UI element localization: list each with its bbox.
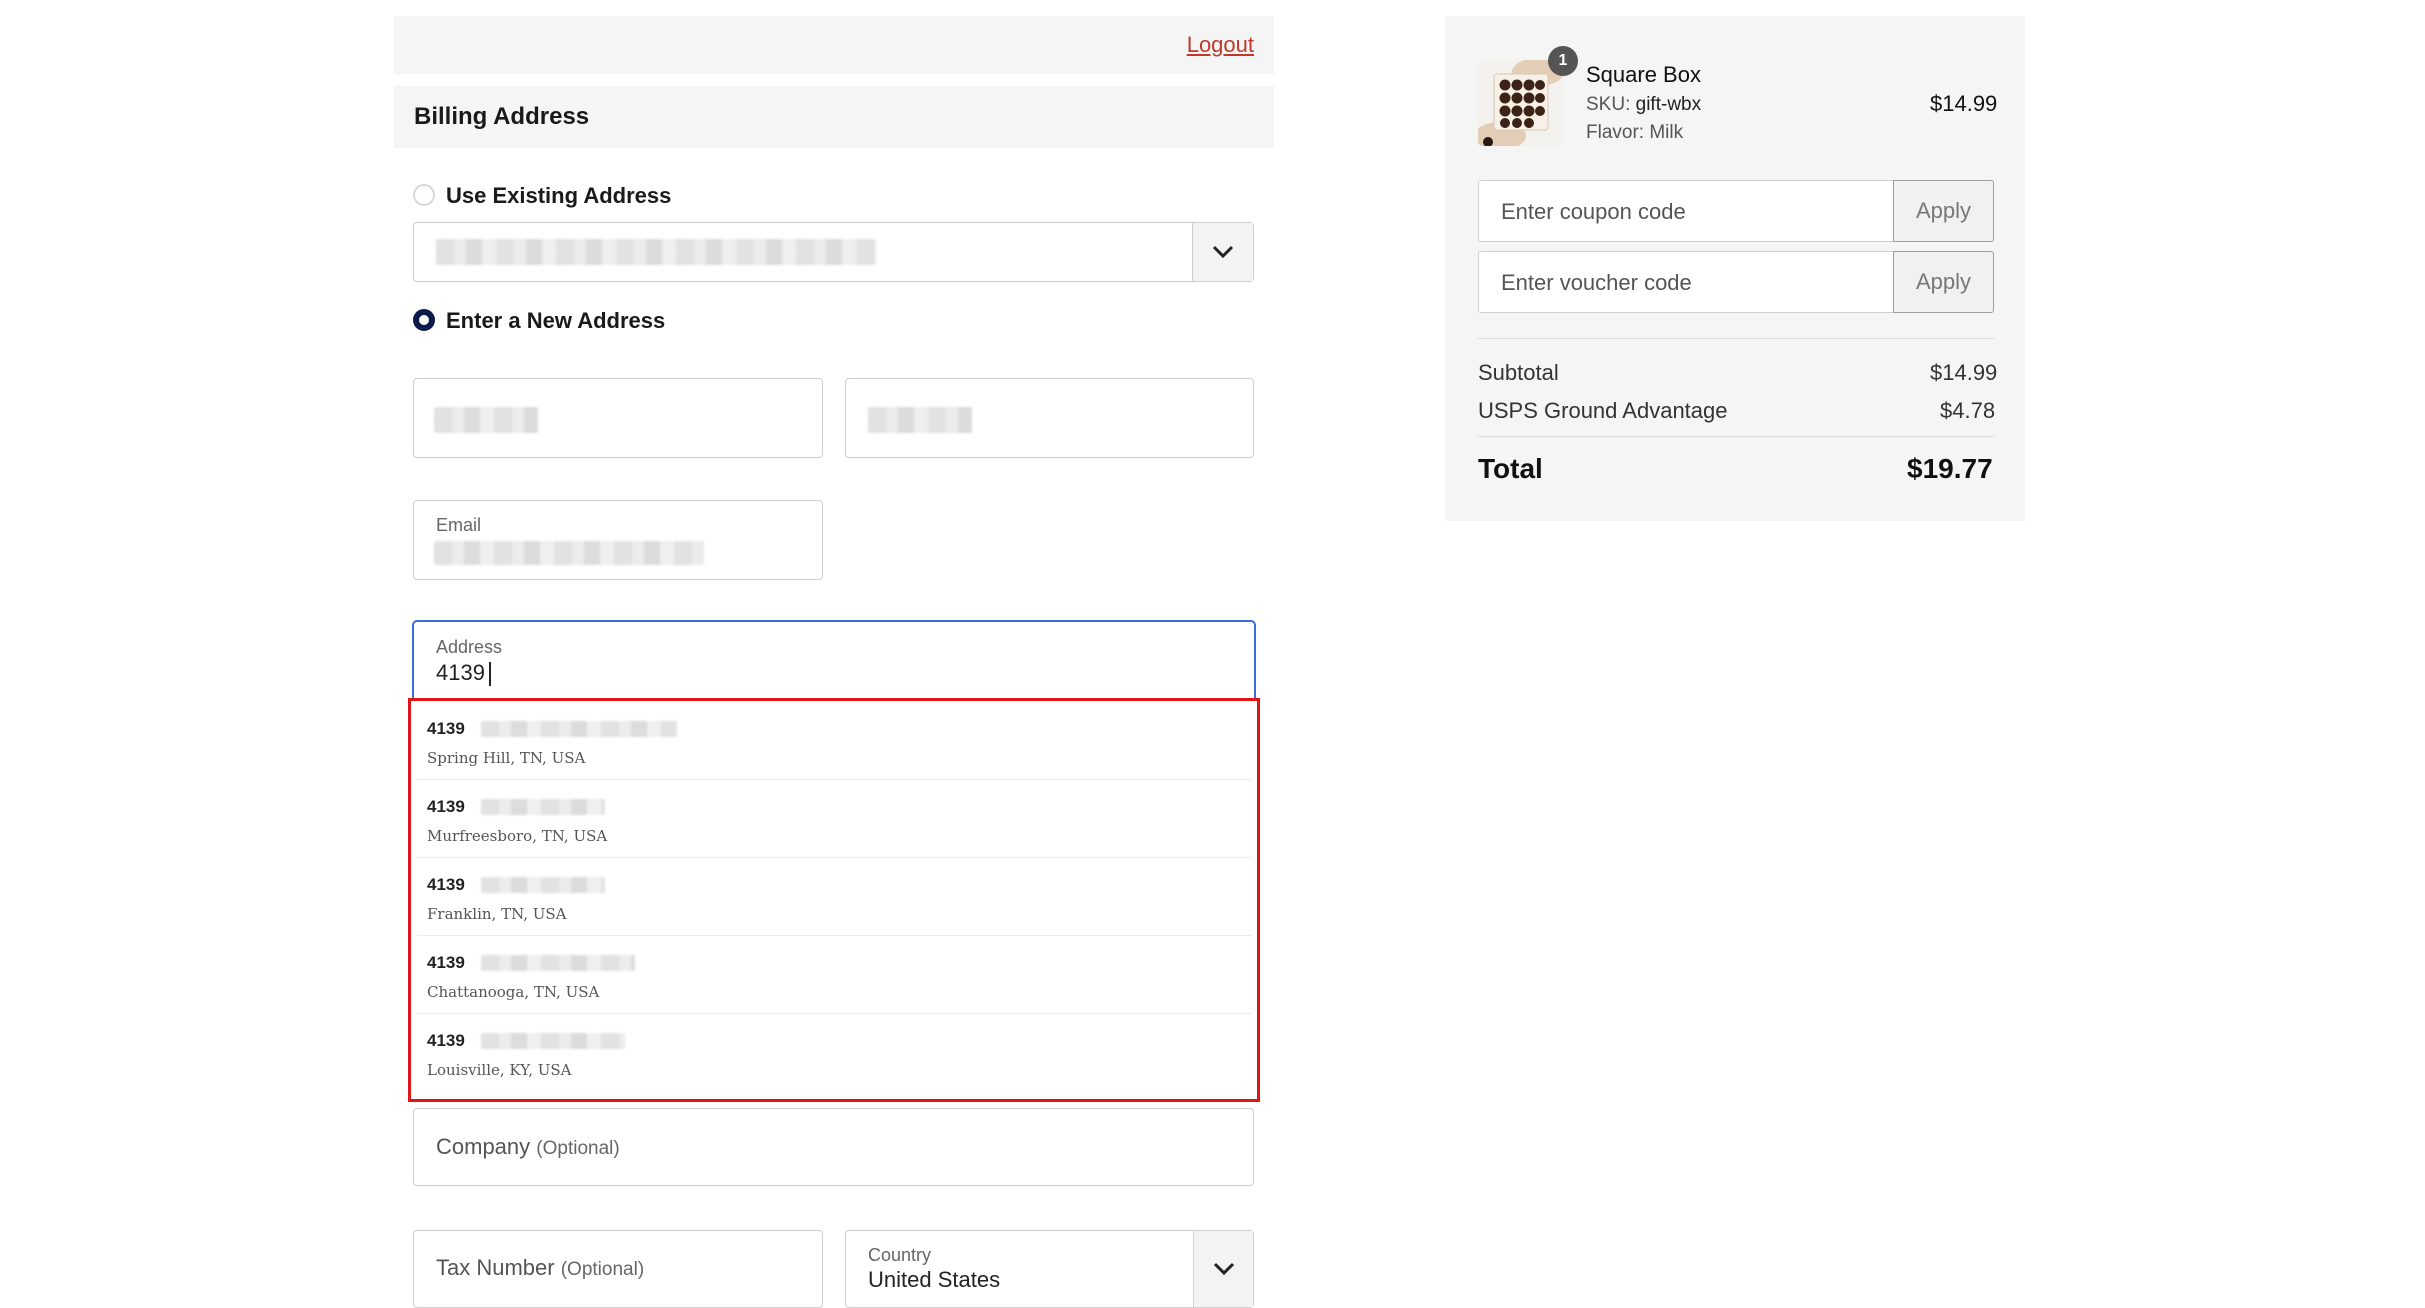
coupon-placeholder: Enter coupon code: [1501, 199, 1686, 224]
chevron-down-icon[interactable]: [1193, 1231, 1253, 1307]
subtotal-label: Subtotal: [1478, 360, 1559, 385]
apply-voucher-button[interactable]: Apply: [1893, 251, 1994, 313]
product-name: Square Box: [1586, 62, 1701, 87]
shipping-value: $4.78: [1940, 398, 1996, 423]
suggestion-city: Franklin, TN, USA: [427, 905, 567, 923]
suggestion-number: 4139: [427, 953, 465, 972]
suggestion-city: Murfreesboro, TN, USA: [427, 827, 608, 845]
subtotal-value: $14.99: [1930, 360, 1998, 385]
redacted-email: [434, 541, 704, 565]
address-input[interactable]: Address 4139: [412, 620, 1256, 700]
tax-number-field[interactable]: Tax Number (Optional): [413, 1230, 823, 1308]
redacted-first-name: [434, 407, 538, 433]
redacted-street: [481, 1033, 625, 1049]
product-sku: SKU: gift-wbx: [1586, 94, 1702, 115]
use-existing-radio[interactable]: [413, 184, 435, 206]
country-select[interactable]: Country United States: [845, 1230, 1254, 1308]
suggestion-city: Spring Hill, TN, USA: [427, 749, 586, 767]
first-name-field[interactable]: [413, 378, 823, 458]
billing-section-header: Billing Address: [394, 86, 1274, 148]
address-value: 4139: [436, 660, 491, 687]
apply-coupon-button[interactable]: Apply: [1893, 180, 1994, 242]
chevron-down-icon[interactable]: [1192, 223, 1253, 281]
account-bar: Logout: [394, 16, 1274, 74]
redacted-street: [481, 955, 635, 971]
redacted-last-name: [868, 407, 972, 433]
suggestion-item[interactable]: 4139 Franklin, TN, USA: [417, 857, 1251, 936]
company-placeholder: Company (Optional): [436, 1134, 620, 1159]
enter-new-radio[interactable]: [413, 309, 435, 331]
redacted-street: [481, 799, 605, 815]
suggestion-item[interactable]: 4139 Murfreesboro, TN, USA: [417, 779, 1251, 858]
suggestion-item[interactable]: 4139 Louisville, KY, USA: [417, 1013, 1251, 1091]
address-suggestions: 4139 Spring Hill, TN, USA 4139 Murfreesb…: [408, 698, 1260, 1102]
suggestion-number: 4139: [427, 1031, 465, 1050]
voucher-placeholder: Enter voucher code: [1501, 270, 1692, 295]
redacted-address-text: [436, 239, 876, 265]
email-label: Email: [436, 515, 482, 535]
email-field[interactable]: Email: [413, 500, 823, 580]
suggestion-city: Chattanooga, TN, USA: [427, 983, 600, 1001]
redacted-street: [481, 877, 605, 893]
existing-address-select[interactable]: [413, 222, 1254, 282]
suggestion-item[interactable]: 4139 Spring Hill, TN, USA: [417, 701, 1251, 780]
total-label: Total: [1478, 453, 1543, 484]
country-value: United States: [868, 1267, 1001, 1292]
divider: [1478, 338, 1994, 339]
voucher-input[interactable]: Enter voucher code: [1478, 251, 1894, 313]
suggestion-number: 4139: [427, 797, 465, 816]
address-label: Address: [436, 637, 503, 657]
enter-new-label[interactable]: Enter a New Address: [446, 308, 665, 334]
product-price: $14.99: [1930, 91, 1998, 116]
shipping-label: USPS Ground Advantage: [1478, 398, 1728, 423]
suggestion-number: 4139: [427, 875, 465, 894]
last-name-field[interactable]: [845, 378, 1254, 458]
suggestion-item[interactable]: 4139 Chattanooga, TN, USA: [417, 935, 1251, 1014]
redacted-street: [481, 721, 677, 737]
coupon-input[interactable]: Enter coupon code: [1478, 180, 1894, 242]
company-field[interactable]: Company (Optional): [413, 1108, 1254, 1186]
total-value: $19.77: [1907, 453, 1993, 484]
logout-link[interactable]: Logout: [1187, 32, 1254, 58]
quantity-badge: 1: [1548, 46, 1578, 76]
divider: [1478, 436, 1994, 437]
suggestion-city: Louisville, KY, USA: [427, 1061, 572, 1079]
use-existing-label[interactable]: Use Existing Address: [446, 183, 671, 209]
tax-number-placeholder: Tax Number (Optional): [436, 1255, 645, 1280]
suggestion-number: 4139: [427, 719, 465, 738]
country-label: Country: [868, 1245, 932, 1265]
product-thumbnail: [1478, 60, 1564, 146]
text-cursor: [488, 662, 491, 687]
product-flavor: Flavor: Milk: [1586, 122, 1684, 143]
billing-title: Billing Address: [414, 103, 590, 130]
